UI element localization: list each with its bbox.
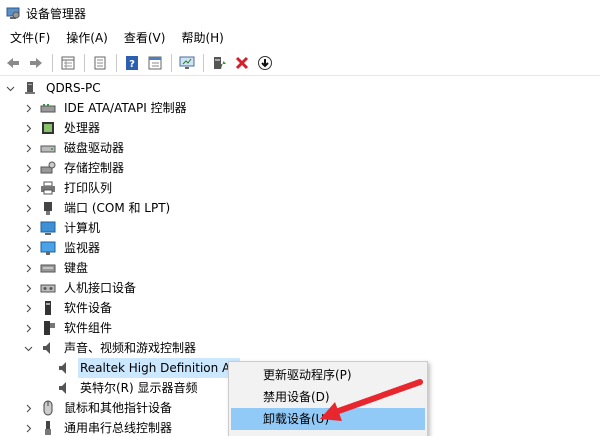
software-device-icon xyxy=(40,300,56,316)
tree-device-selected[interactable]: Realtek High Definition Au xyxy=(56,358,240,378)
chevron-right-icon[interactable] xyxy=(22,218,34,238)
keyboard-icon xyxy=(40,260,56,276)
speaker-icon xyxy=(56,360,72,376)
tree-root-label: QDRS-PC xyxy=(46,81,101,95)
toolbar-separator xyxy=(116,53,117,72)
chevron-right-icon[interactable] xyxy=(22,278,34,298)
hid-icon xyxy=(40,280,56,296)
chevron-right-icon[interactable] xyxy=(22,118,34,138)
tree-category-label: 计算机 xyxy=(64,221,101,235)
tree-category[interactable]: 存储控制器 xyxy=(22,158,126,178)
title-bar: 设备管理器 xyxy=(0,0,600,26)
tree-category[interactable]: 软件设备 xyxy=(22,298,114,318)
tree-category-label: 通用串行总线控制器 xyxy=(64,421,173,435)
toolbar-separator xyxy=(84,53,85,72)
tree-category-label: 软件组件 xyxy=(64,321,113,335)
tree-category-label: IDE ATA/ATAPI 控制器 xyxy=(64,101,187,115)
tree-category-label: 端口 (COM 和 LPT) xyxy=(64,201,171,215)
chevron-right-icon[interactable] xyxy=(22,238,34,258)
help-icon[interactable]: ? xyxy=(121,52,143,74)
chevron-right-icon[interactable] xyxy=(22,398,34,418)
software-component-icon xyxy=(40,320,56,336)
tree-category[interactable]: 软件组件 xyxy=(22,318,114,338)
update-driver-menu-item[interactable]: 更新驱动程序(P) xyxy=(231,364,425,386)
mouse-icon xyxy=(40,400,56,416)
chevron-right-icon[interactable] xyxy=(22,258,34,278)
tree-device-label: 英特尔(R) 显示器音频 xyxy=(80,381,198,395)
computer-icon xyxy=(22,80,38,96)
ide-controller-icon xyxy=(40,100,56,116)
usb-icon xyxy=(40,420,56,436)
window-title: 设备管理器 xyxy=(26,6,87,21)
tree-category[interactable]: 打印队列 xyxy=(22,178,114,198)
properties-grid-icon[interactable] xyxy=(57,52,79,74)
toolbar: ? xyxy=(0,50,600,76)
tree-category-label: 软件设备 xyxy=(64,301,113,315)
tree-root[interactable]: QDRS-PC xyxy=(4,78,103,98)
menu-help[interactable]: 帮助(H) xyxy=(175,28,229,48)
tree-category[interactable]: 磁盘驱动器 xyxy=(22,138,126,158)
menu-bar: 文件(F) 操作(A) 查看(V) 帮助(H) xyxy=(0,27,600,49)
tree-category-label: 存储控制器 xyxy=(64,161,125,175)
tree-category-label: 打印队列 xyxy=(64,181,113,195)
monitor-scan-icon[interactable] xyxy=(176,52,198,74)
tree-category-label: 处理器 xyxy=(64,121,101,135)
tree-device[interactable]: 英特尔(R) 显示器音频 xyxy=(56,378,200,398)
port-icon xyxy=(40,200,56,216)
tree-category-label: 监视器 xyxy=(64,241,101,255)
chevron-down-icon[interactable] xyxy=(4,78,16,98)
tree-category-label: 人机接口设备 xyxy=(64,281,137,295)
storage-controller-icon xyxy=(40,160,56,176)
tree-category-expanded[interactable]: 声音、视频和游戏控制器 xyxy=(22,338,198,358)
chevron-right-icon[interactable] xyxy=(22,318,34,338)
computer-icon xyxy=(40,220,56,236)
speaker-icon xyxy=(40,340,56,356)
toolbar-separator xyxy=(52,53,53,72)
menu-action[interactable]: 操作(A) xyxy=(60,28,114,48)
toolbar-separator xyxy=(203,53,204,72)
context-menu: 更新驱动程序(P) 禁用设备(D) 卸载设备(U) xyxy=(228,361,428,436)
tree-category[interactable]: 通用串行总线控制器 xyxy=(22,418,174,436)
tree-category[interactable]: 监视器 xyxy=(22,238,102,258)
chevron-right-icon[interactable] xyxy=(22,138,34,158)
back-arrow-icon[interactable] xyxy=(2,52,24,74)
uninstall-device-menu-item[interactable]: 卸载设备(U) xyxy=(231,408,425,430)
chevron-right-icon[interactable] xyxy=(22,418,34,436)
chevron-right-icon[interactable] xyxy=(22,198,34,218)
chevron-right-icon[interactable] xyxy=(22,158,34,178)
resource-view-icon[interactable] xyxy=(144,52,166,74)
menu-file[interactable]: 文件(F) xyxy=(4,28,56,48)
tree-category-label: 键盘 xyxy=(64,261,89,275)
download-arrow-icon[interactable] xyxy=(254,52,276,74)
monitor-icon xyxy=(40,240,56,256)
tree-category[interactable]: 计算机 xyxy=(22,218,102,238)
device-manager-icon xyxy=(6,6,20,20)
printer-icon xyxy=(40,180,56,196)
tree-device-label: Realtek High Definition Au xyxy=(78,358,240,378)
forward-arrow-icon[interactable] xyxy=(25,52,47,74)
tree-category-label: 鼠标和其他指针设备 xyxy=(64,401,173,415)
tree-category-label: 声音、视频和游戏控制器 xyxy=(64,341,197,355)
menu-view[interactable]: 查看(V) xyxy=(118,28,172,48)
disk-drive-icon xyxy=(40,140,56,156)
tree-category-label: 磁盘驱动器 xyxy=(64,141,125,155)
tree-category[interactable]: 端口 (COM 和 LPT) xyxy=(22,198,172,218)
uninstall-x-icon[interactable] xyxy=(231,52,253,74)
toolbar-separator xyxy=(171,53,172,72)
tree-category[interactable]: 键盘 xyxy=(22,258,90,278)
chevron-right-icon[interactable] xyxy=(22,178,34,198)
tree-category[interactable]: IDE ATA/ATAPI 控制器 xyxy=(22,98,189,118)
device-list-icon[interactable] xyxy=(89,52,111,74)
speaker-icon xyxy=(56,380,72,396)
tree-category[interactable]: 人机接口设备 xyxy=(22,278,138,298)
disable-device-menu-item[interactable]: 禁用设备(D) xyxy=(231,386,425,408)
chevron-down-icon[interactable] xyxy=(22,338,34,358)
svg-text:?: ? xyxy=(129,59,135,70)
tree-category[interactable]: 处理器 xyxy=(22,118,102,138)
processor-icon xyxy=(40,120,56,136)
tree-category[interactable]: 鼠标和其他指针设备 xyxy=(22,398,174,418)
update-driver-icon[interactable] xyxy=(208,52,230,74)
chevron-right-icon[interactable] xyxy=(22,98,34,118)
chevron-right-icon[interactable] xyxy=(22,298,34,318)
